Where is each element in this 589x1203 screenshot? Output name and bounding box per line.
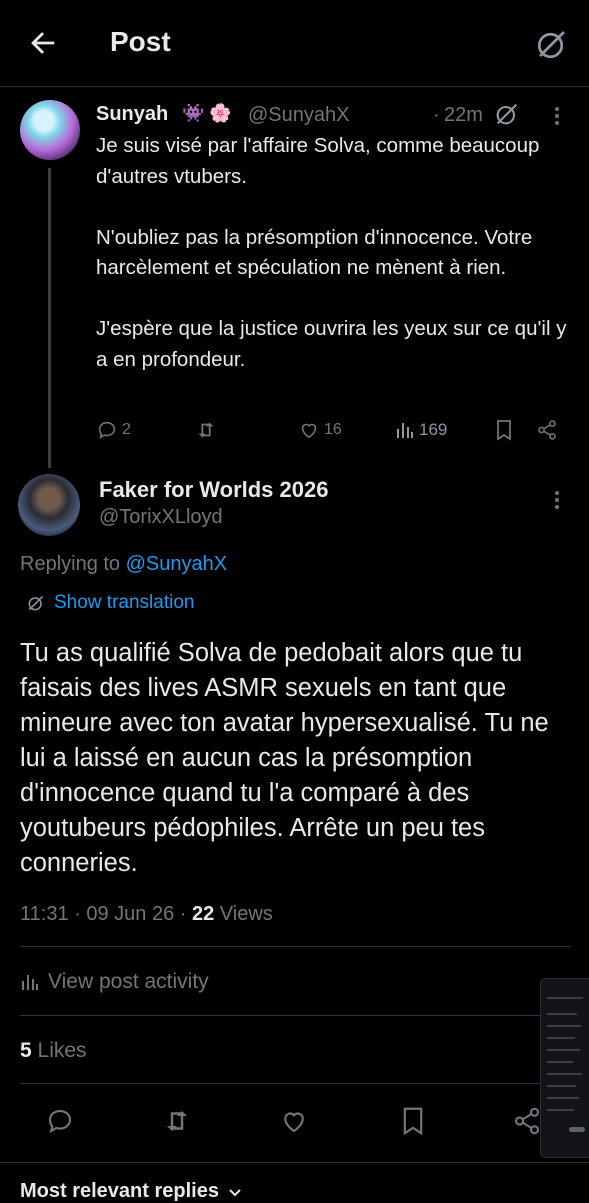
bookmark-icon [398,1106,428,1136]
preview-line [547,1013,577,1015]
view-post-activity-label: View post activity [48,970,209,993]
preview-line [547,1037,575,1039]
floating-app-preview[interactable] [540,978,589,1158]
avatar[interactable] [20,100,80,160]
likes-count: 5 [20,1039,32,1062]
back-arrow-icon[interactable] [26,26,60,60]
views-icon [20,972,40,992]
divider [0,86,589,87]
post-text: Tu as qualifié Solva de pedobait alors q… [20,639,549,877]
show-translation-label: Show translation [54,592,195,613]
post-meta: 11:31 · 09 Jun 26 · 22 Views [20,903,273,926]
share-button[interactable] [512,1106,542,1136]
retweet-icon [162,1106,192,1136]
views-icon [395,420,415,440]
view-post-activity-button[interactable]: View post activity [20,970,209,994]
author-handle[interactable]: @SunyahX [248,104,349,127]
views-button[interactable]: 169 [395,418,447,442]
more-icon[interactable] [550,102,564,130]
chevron-down-icon [227,1184,243,1200]
share-icon [512,1106,542,1136]
preview-handle [569,1127,585,1132]
replying-handle-link[interactable]: @SunyahX [126,553,227,575]
author-name[interactable]: Faker for Worlds 2026 [99,477,328,503]
replying-to: Replying to @SunyahX [20,553,227,576]
preview-line [547,1061,573,1063]
like-button[interactable]: 16 [298,418,342,442]
likes-label: Likes [31,1039,87,1062]
reply-count: 2 [122,421,131,438]
author-handle[interactable]: @TorixXLloyd [99,506,223,529]
avatar[interactable] [18,474,80,536]
divider [0,1162,589,1163]
views-count: 22 [191,903,215,925]
bookmark-button[interactable] [398,1106,428,1136]
grok-icon[interactable] [493,100,521,128]
retweet-icon [194,419,218,441]
retweet-button[interactable] [162,1106,192,1136]
preview-line [547,997,583,999]
retweet-button[interactable] [194,418,218,442]
thread-connector [48,168,51,468]
reply-button[interactable]: 2 [96,418,131,442]
reply-icon [45,1106,75,1136]
preview-line [547,1025,581,1027]
reply-icon [96,419,118,441]
likes-summary[interactable]: 5 Likes [20,1039,87,1063]
views-label: Views [214,903,273,925]
preview-line [547,1109,574,1111]
reply-button[interactable] [45,1106,75,1136]
bookmark-button[interactable] [494,418,514,442]
preview-line [547,1049,580,1051]
separator-dot: · [433,104,440,126]
post-time: 22m [444,104,483,126]
divider [20,946,570,947]
show-translation-button[interactable]: Show translation [26,592,194,614]
bookmark-icon [494,419,514,441]
like-count: 16 [324,421,342,438]
name-badges: 👾 🌸 [182,103,232,123]
post-text: Je suis visé par l'affaire Solva, comme … [96,134,567,371]
preview-line [547,1097,579,1099]
views-count: 169 [419,420,448,439]
share-button[interactable] [536,418,558,442]
like-icon [298,419,320,441]
post-timestamp: 11:31 · 09 Jun 26 · [20,903,192,925]
page-title: Post [110,26,171,57]
grok-icon[interactable] [534,26,570,62]
preview-line [547,1085,576,1087]
author-name[interactable]: Sunyah [96,103,168,126]
share-icon [536,419,558,441]
translate-icon [26,593,46,613]
divider [20,1083,570,1084]
top-bar [0,0,589,86]
more-icon[interactable] [550,486,564,514]
divider [20,1015,570,1016]
preview-line [547,1073,582,1075]
replying-prefix: Replying to [20,553,126,575]
like-icon [279,1106,309,1136]
like-button[interactable] [279,1106,309,1136]
